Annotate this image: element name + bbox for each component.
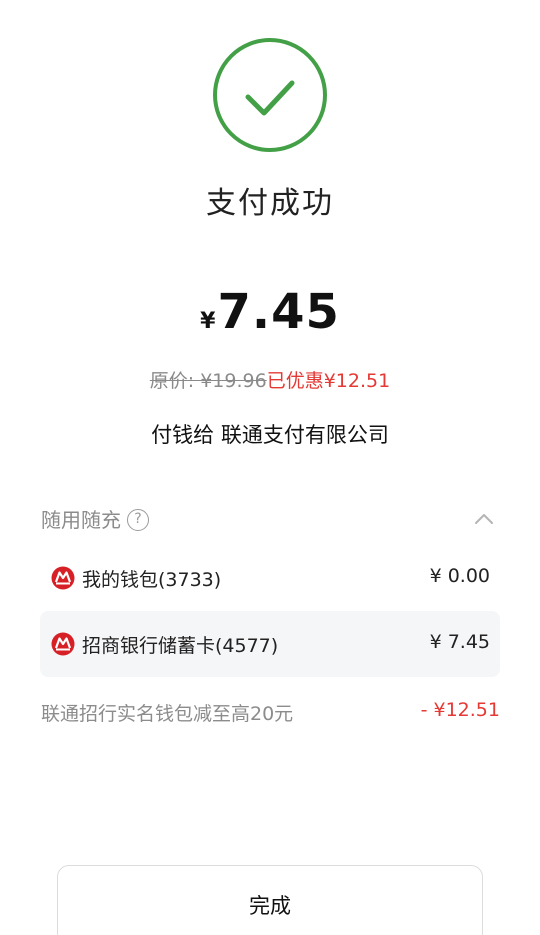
check-circle-icon xyxy=(213,38,327,152)
section-title: 随用随充 xyxy=(41,508,121,532)
method-name: 我的钱包(3733) xyxy=(82,569,222,591)
cmb-bank-logo-icon xyxy=(51,566,75,590)
method-amount: ¥ 0.00 xyxy=(429,565,490,587)
discount-amount: 已优惠¥12.51 xyxy=(266,370,391,392)
chevron-up-icon[interactable] xyxy=(473,510,495,528)
payment-method-wallet[interactable]: 我的钱包(3733) ¥ 0.00 xyxy=(40,545,500,611)
method-amount: ¥ 7.45 xyxy=(429,631,490,653)
payment-method-card[interactable]: 招商银行储蓄卡(4577) ¥ 7.45 xyxy=(40,611,500,677)
amount-value: 7.45 xyxy=(217,284,340,340)
payment-success-page: 支付成功 ¥7.45 原价: ¥19.96已优惠¥12.51 付钱给 联通支付有… xyxy=(0,0,540,935)
discount-info: 原价: ¥19.96已优惠¥12.51 xyxy=(0,366,540,393)
status-title: 支付成功 xyxy=(206,186,334,221)
question-circle-icon[interactable]: ? xyxy=(127,509,149,531)
payment-method-header[interactable]: 随用随充 ? xyxy=(41,506,499,536)
method-name: 招商银行储蓄卡(4577) xyxy=(82,635,279,657)
payee-text: 付钱给 联通支付有限公司 xyxy=(151,423,389,447)
cmb-bank-logo-icon xyxy=(51,632,75,656)
promo-row: 联通招行实名钱包减至高20元 - ¥12.51 xyxy=(41,699,500,726)
promo-text: 联通招行实名钱包减至高20元 xyxy=(41,703,294,725)
done-button[interactable]: 完成 xyxy=(57,865,483,935)
currency-symbol: ¥ xyxy=(200,309,216,334)
original-price: 原价: ¥19.96 xyxy=(149,370,267,392)
promo-amount: - ¥12.51 xyxy=(420,699,500,721)
paid-amount: ¥7.45 xyxy=(0,284,540,340)
